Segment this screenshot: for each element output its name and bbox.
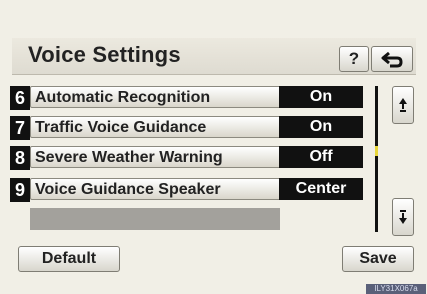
empty-row [30,208,280,230]
default-button[interactable]: Default [18,246,120,272]
severe-weather-warning-button[interactable]: Severe Weather Warning [30,146,285,168]
scroll-up-button[interactable] [392,86,414,124]
page-title: Voice Settings [28,42,181,67]
scroll-up-icon [399,98,407,112]
row-number: 7 [10,116,30,140]
back-button[interactable] [371,46,413,72]
help-button[interactable]: ? [339,46,369,72]
scrollbar[interactable] [371,86,381,232]
automatic-recognition-value: On [279,86,363,108]
voice-guidance-speaker-button[interactable]: Voice Guidance Speaker [30,178,285,200]
voice-settings-screen: Voice Settings ? 6 Automatic Recognition… [0,0,427,294]
scroll-down-button[interactable] [392,198,414,236]
reference-code: ILY31X067a [366,284,426,294]
row-number: 9 [10,178,30,202]
scroll-down-icon [399,210,407,224]
scrollbar-track [375,86,378,232]
traffic-voice-guidance-value: On [279,116,363,138]
automatic-recognition-button[interactable]: Automatic Recognition [30,86,285,108]
voice-guidance-speaker-value: Center [279,178,363,200]
save-button[interactable]: Save [342,246,414,272]
traffic-voice-guidance-button[interactable]: Traffic Voice Guidance [30,116,285,138]
scrollbar-thumb[interactable] [375,146,378,156]
row-number: 8 [10,146,30,170]
back-arrow-icon [381,51,403,68]
severe-weather-warning-value: Off [279,146,363,168]
row-number: 6 [10,86,30,110]
